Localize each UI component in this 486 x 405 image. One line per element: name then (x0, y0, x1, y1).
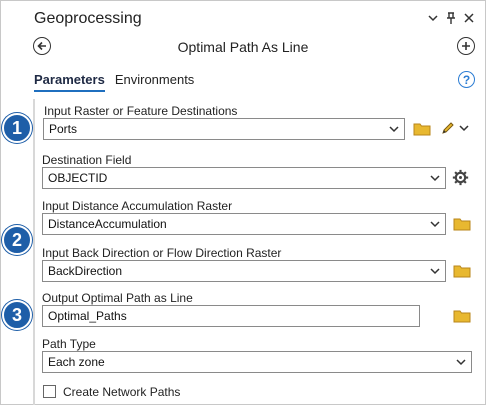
input-raster-value: Ports (49, 122, 78, 136)
step-badge-1: 1 (2, 113, 32, 143)
chevron-down-icon[interactable] (427, 10, 439, 26)
tab-bar: Parameters Environments (34, 72, 194, 92)
destination-field-label: Destination Field (42, 153, 132, 167)
plus-icon (462, 42, 470, 50)
close-icon[interactable] (463, 10, 475, 26)
destination-field-combo[interactable]: OBJECTID (42, 167, 446, 189)
distance-accumulation-label: Input Distance Accumulation Raster (42, 199, 233, 213)
geoprocessing-pane: Geoprocessing Optimal Path As Line Param… (0, 0, 486, 405)
parameter-stripe (33, 99, 35, 405)
back-direction-value: BackDirection (48, 264, 123, 278)
back-button[interactable] (33, 37, 51, 55)
chevron-down-icon (430, 175, 440, 182)
pencil-icon[interactable] (440, 120, 456, 136)
chevron-down-icon (430, 268, 440, 275)
folder-icon[interactable] (453, 217, 471, 231)
chevron-down-icon (456, 359, 466, 366)
path-type-label: Path Type (42, 337, 96, 351)
input-raster-combo[interactable]: Ports (43, 118, 405, 140)
chevron-down-icon[interactable] (459, 124, 469, 132)
create-network-paths-label: Create Network Paths (63, 385, 181, 399)
tab-environments[interactable]: Environments (115, 72, 194, 92)
pane-title: Geoprocessing (34, 10, 142, 27)
create-network-paths-checkbox[interactable] (43, 385, 56, 398)
folder-icon[interactable] (453, 264, 471, 278)
chevron-down-icon (389, 126, 399, 133)
step-badge-3: 3 (2, 300, 32, 330)
output-value: Optimal_Paths (48, 309, 127, 323)
tool-header: Optimal Path As Line (1, 37, 485, 59)
distance-accumulation-value: DistanceAccumulation (48, 217, 167, 231)
tool-name: Optimal Path As Line (177, 39, 309, 55)
step-badge-2: 2 (2, 225, 32, 255)
input-raster-label: Input Raster or Feature Destinations (44, 104, 238, 118)
arrow-left-icon (37, 41, 46, 51)
folder-icon[interactable] (413, 122, 431, 136)
path-type-value: Each zone (48, 355, 105, 369)
back-direction-combo[interactable]: BackDirection (42, 260, 446, 282)
add-button[interactable] (457, 37, 475, 55)
chevron-down-icon (430, 221, 440, 228)
help-icon[interactable]: ? (458, 71, 475, 88)
output-input[interactable]: Optimal_Paths (42, 305, 420, 327)
destination-field-value: OBJECTID (48, 171, 108, 185)
pin-icon[interactable] (445, 10, 457, 26)
folder-icon[interactable] (453, 309, 471, 323)
distance-accumulation-combo[interactable]: DistanceAccumulation (42, 213, 446, 235)
output-label: Output Optimal Path as Line (42, 291, 193, 305)
tab-parameters[interactable]: Parameters (34, 72, 105, 92)
path-type-combo[interactable]: Each zone (42, 351, 472, 373)
back-direction-label: Input Back Direction or Flow Direction R… (42, 246, 282, 260)
gear-icon[interactable] (452, 169, 469, 186)
title-bar: Geoprocessing (1, 1, 485, 35)
